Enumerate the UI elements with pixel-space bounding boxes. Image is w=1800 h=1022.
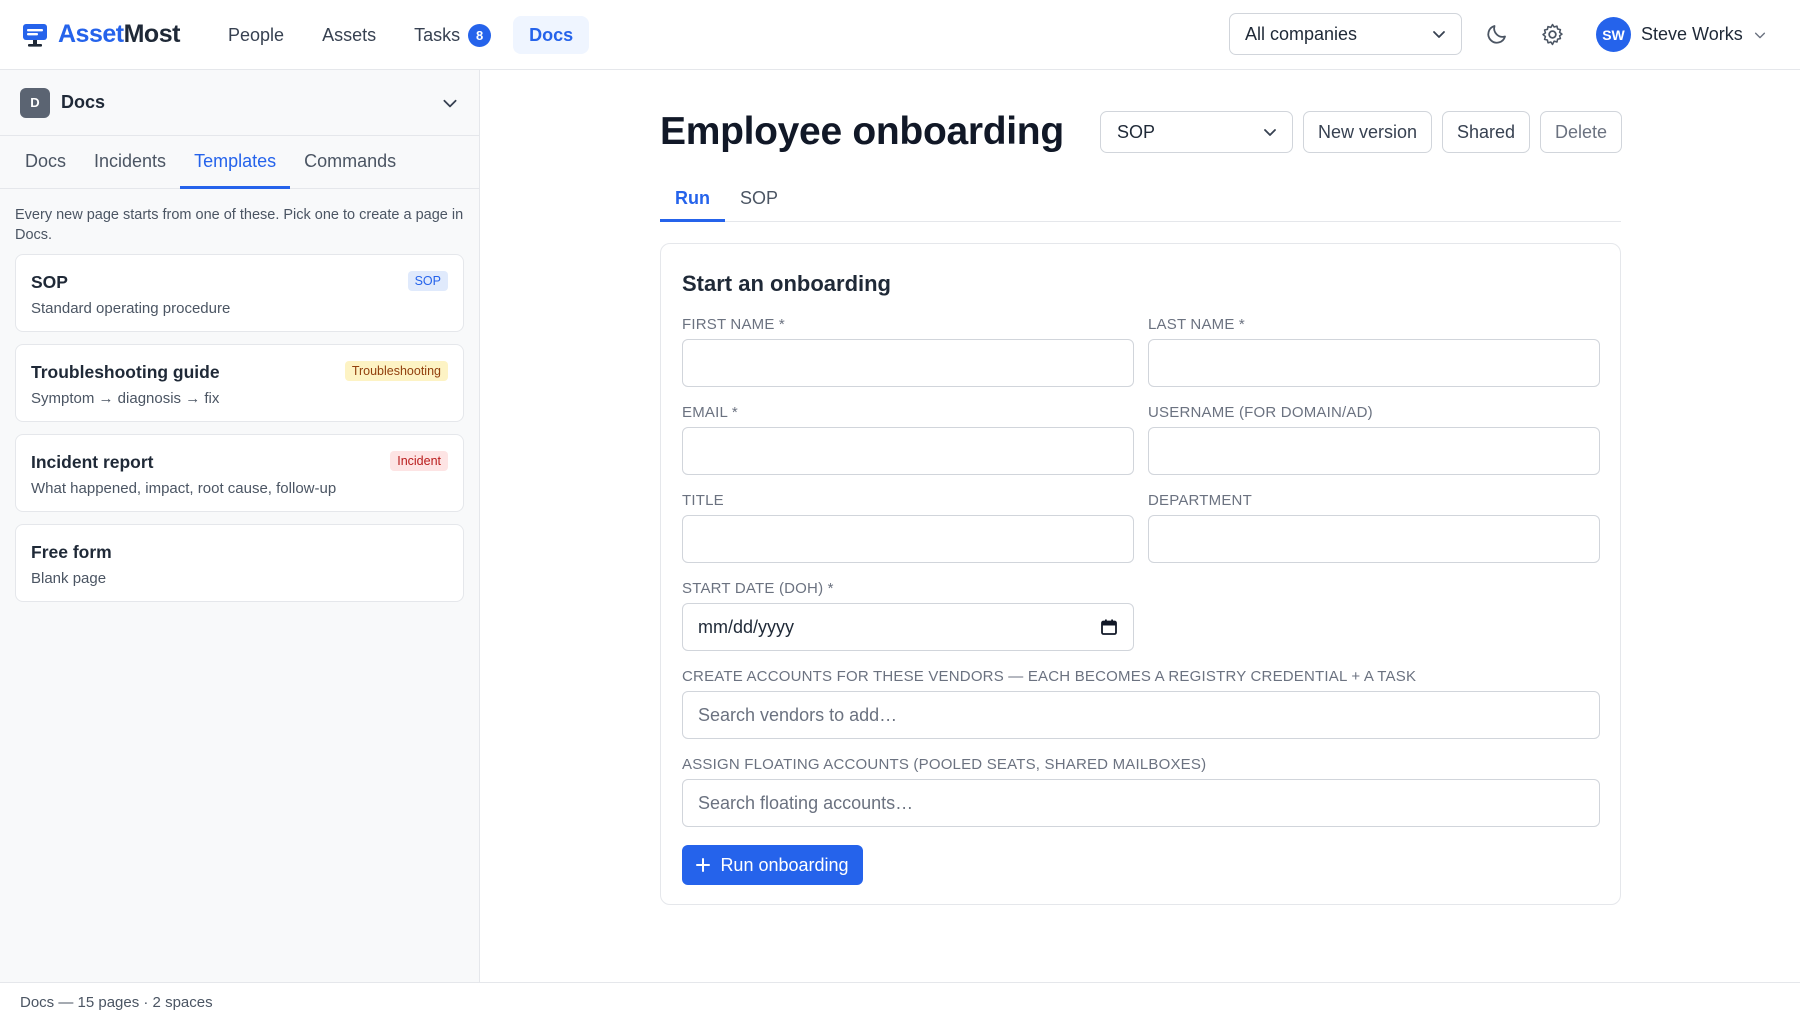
templates-hint: Every new page starts from one of these.…	[15, 207, 464, 243]
template-card-incident[interactable]: Incident report What happened, impact, r…	[15, 434, 464, 512]
avatar: SW	[1596, 17, 1631, 52]
template-desc: Blank page	[31, 570, 107, 587]
gear-icon	[1541, 23, 1563, 45]
nav-people[interactable]: People	[212, 16, 300, 54]
start-date-label: START DATE (DOH) *	[682, 580, 834, 597]
sidebar-tab-commands[interactable]: Commands	[290, 136, 410, 189]
company-select[interactable]: All companies	[1229, 13, 1462, 55]
calendar-icon[interactable]	[1100, 618, 1118, 636]
template-tag: Troubleshooting	[344, 361, 448, 381]
template-list: SOP Standard operating procedure SOP Tro…	[0, 245, 479, 602]
department-field[interactable]	[1148, 515, 1600, 563]
moon-icon	[1487, 25, 1506, 44]
vendors-placeholder: Search vendors to add…	[698, 704, 898, 725]
template-tag: SOP	[407, 271, 448, 291]
template-name: SOP	[31, 272, 68, 292]
dark-mode-toggle[interactable]	[1481, 18, 1513, 50]
app-name: AssetMost	[58, 20, 180, 49]
sidebar-tabs: Docs Incidents Templates Commands	[0, 136, 479, 189]
vendors-search-input[interactable]: Search vendors to add…	[682, 691, 1600, 739]
sidebar-tab-docs[interactable]: Docs	[11, 136, 80, 189]
start-date-field[interactable]: mm/dd/yyyy	[682, 603, 1134, 651]
first-name-label: FIRST NAME *	[682, 316, 785, 333]
username-label: USERNAME (FOR DOMAIN/AD)	[1148, 404, 1373, 421]
tasks-count-badge: 8	[468, 23, 492, 47]
space-selector[interactable]: D Docs	[0, 70, 479, 136]
company-select-value: All companies	[1245, 23, 1358, 44]
app-name-part1: Asset	[58, 20, 124, 48]
tab-run[interactable]: Run	[660, 178, 725, 222]
department-label: DEPARTMENT	[1148, 492, 1252, 509]
onboarding-form-card: Start an onboarding FIRST NAME * LAST NA…	[660, 243, 1621, 905]
nav-docs-label: Docs	[529, 24, 574, 45]
sidebar: D Docs Docs Incidents Templates Commands…	[0, 70, 480, 982]
template-desc: Symptom → diagnosis → fix	[31, 390, 220, 407]
template-card-troubleshooting[interactable]: Troubleshooting guide Symptom → diagnosi…	[15, 344, 464, 422]
title-field[interactable]	[682, 515, 1134, 563]
page-tabs: Run SOP	[660, 178, 1621, 222]
title-label: TITLE	[682, 492, 724, 509]
run-onboarding-label: Run onboarding	[720, 854, 849, 875]
template-tag: Incident	[390, 451, 448, 471]
nav-assets-label: Assets	[322, 24, 377, 45]
shared-button[interactable]: Shared	[1442, 111, 1530, 153]
main-nav: People Assets Tasks 8 Docs	[212, 16, 590, 54]
space-name: Docs	[61, 92, 106, 112]
space-icon: D	[20, 87, 50, 118]
chevron-down-icon	[443, 99, 457, 107]
run-onboarding-button[interactable]: Run onboarding	[682, 845, 863, 885]
delete-button[interactable]: Delete	[1540, 111, 1622, 153]
monitor-logo-icon	[23, 23, 47, 47]
nav-people-label: People	[228, 24, 285, 45]
template-name: Incident report	[31, 452, 154, 472]
vendors-label: CREATE ACCOUNTS FOR THESE VENDORS — EACH…	[682, 668, 1417, 685]
template-desc: Standard operating procedure	[31, 300, 231, 317]
nav-tasks[interactable]: Tasks 8	[398, 16, 507, 54]
form-title: Start an onboarding	[682, 271, 891, 296]
chevron-down-icon	[1264, 129, 1276, 136]
email-label: EMAIL *	[682, 404, 738, 421]
footer-text: Docs — 15 pages · 2 spaces	[20, 994, 213, 1011]
email-field[interactable]	[682, 427, 1134, 475]
floating-accounts-label: ASSIGN FLOATING ACCOUNTS (POOLED SEATS, …	[682, 756, 1207, 773]
sidebar-tab-incidents[interactable]: Incidents	[80, 136, 180, 189]
start-date-placeholder: mm/dd/yyyy	[698, 616, 795, 637]
username-field[interactable]	[1148, 427, 1600, 475]
floating-accounts-search-input[interactable]: Search floating accounts…	[682, 779, 1600, 827]
page-title: Employee onboarding	[660, 110, 1064, 153]
tab-sop[interactable]: SOP	[725, 178, 793, 222]
status-footer: Docs — 15 pages · 2 spaces	[0, 982, 1800, 1022]
doc-type-select[interactable]: SOP	[1100, 111, 1293, 153]
app-logo[interactable]: AssetMost	[22, 20, 180, 49]
user-name: Steve Works	[1641, 24, 1743, 44]
nav-tasks-label: Tasks	[414, 24, 461, 45]
template-card-free-form[interactable]: Free form Blank page	[15, 524, 464, 602]
plus-icon	[696, 858, 711, 872]
top-bar: AssetMost People Assets Tasks 8 Docs All …	[0, 0, 1800, 70]
last-name-label: LAST NAME *	[1148, 316, 1245, 333]
last-name-field[interactable]	[1148, 339, 1600, 387]
floating-accounts-placeholder: Search floating accounts…	[698, 792, 914, 813]
app-name-part2: Most	[123, 20, 181, 48]
chevron-down-icon	[1754, 32, 1765, 38]
template-card-sop[interactable]: SOP Standard operating procedure SOP	[15, 254, 464, 332]
chevron-down-icon	[1433, 31, 1445, 38]
sidebar-tab-templates[interactable]: Templates	[180, 136, 291, 189]
nav-assets[interactable]: Assets	[306, 16, 392, 54]
first-name-field[interactable]	[682, 339, 1134, 387]
new-version-button[interactable]: New version	[1303, 111, 1432, 153]
user-menu[interactable]: SW Steve Works	[1596, 17, 1767, 52]
nav-docs[interactable]: Docs	[513, 16, 590, 54]
template-name: Free form	[31, 542, 112, 562]
doc-type-value: SOP	[1117, 121, 1156, 142]
template-desc: What happened, impact, root cause, follo…	[31, 480, 337, 497]
settings-button[interactable]	[1536, 18, 1568, 50]
